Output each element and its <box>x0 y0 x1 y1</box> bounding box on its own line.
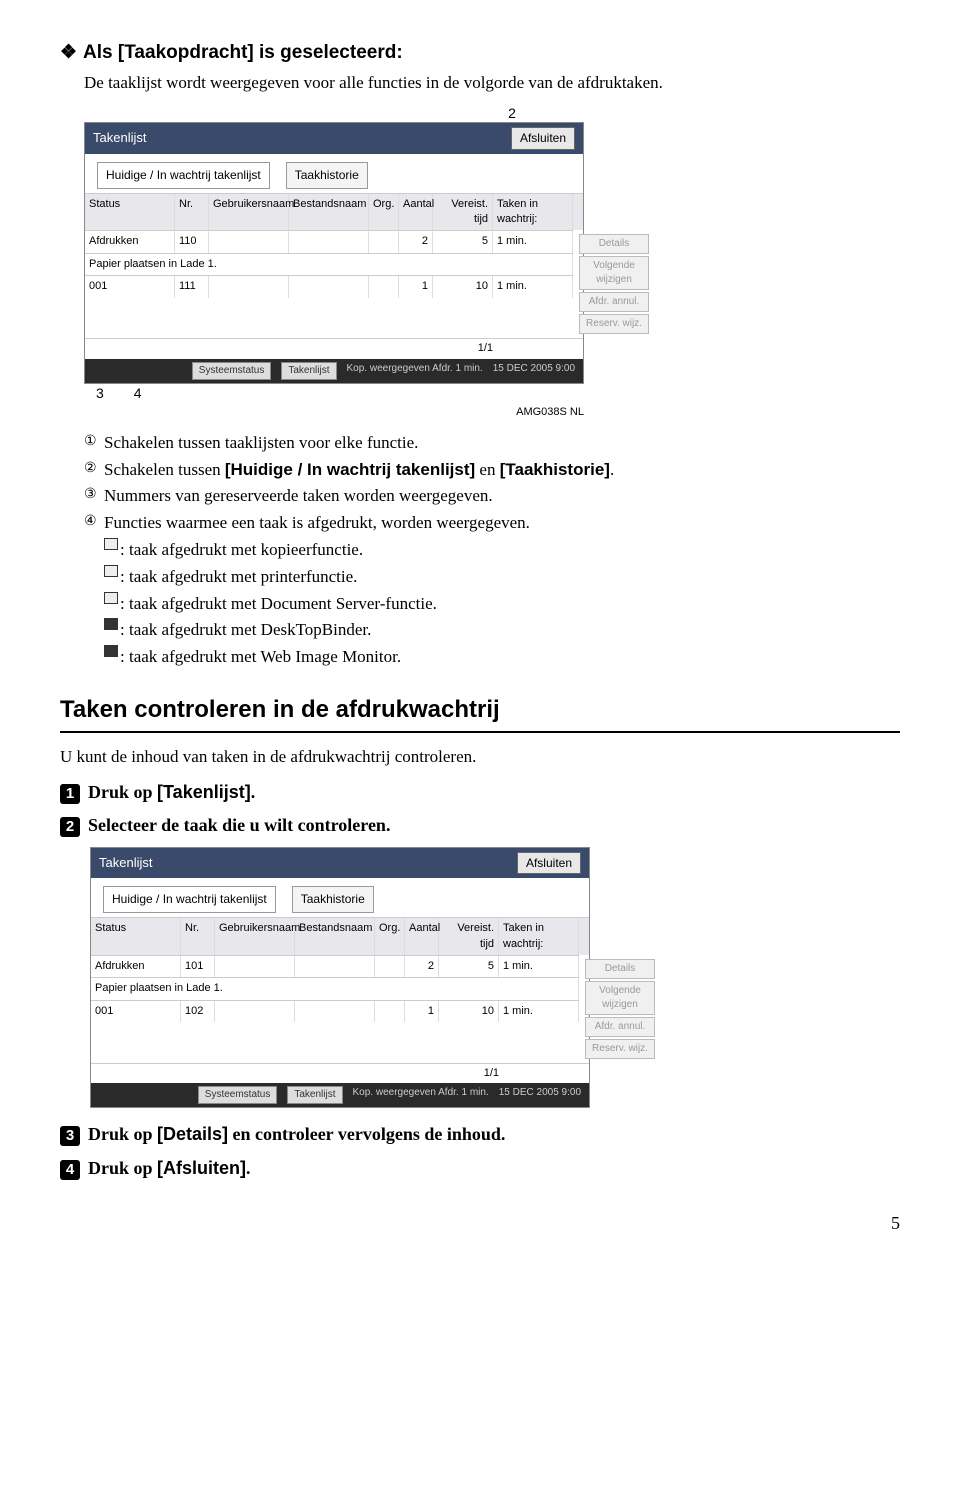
col-count: Aantal <box>399 194 433 231</box>
col-nr: Nr. <box>175 194 209 231</box>
figure-1: 2 Takenlijst Afsluiten Huidige / In wach… <box>84 104 900 420</box>
legend-4: Functies waarmee een taak is afgedrukt, … <box>104 511 530 535</box>
change-reserve-button[interactable]: Reserv. wijz. <box>585 1039 655 1059</box>
circle-3-icon: ③ <box>84 484 104 508</box>
legend-3: Nummers van gereserveerde taken worden w… <box>104 484 493 508</box>
statusbar: Systeemstatus Takenlijst Kop. weergegeve… <box>91 1083 589 1107</box>
status-date: 15 DEC 2005 9:00 <box>499 1086 581 1104</box>
title-suffix: is geselecteerd: <box>254 42 403 63</box>
change-next-button[interactable]: Volgende wijzigen <box>579 256 649 290</box>
diamond-icon: ❖ <box>60 42 77 63</box>
table-row[interactable]: Afdrukken 110 2 5 1 min. <box>85 230 573 252</box>
details-button[interactable]: Details <box>579 234 649 254</box>
table-body: Afdrukken 110 2 5 1 min. Papier plaatsen… <box>85 230 573 338</box>
title-prefix: Als <box>83 42 118 63</box>
system-status-button[interactable]: Systeemstatus <box>192 362 272 380</box>
table-row[interactable]: Papier plaatsen in Lade 1. <box>91 977 579 999</box>
col-org: Org. <box>369 194 399 231</box>
window-titlebar: Takenlijst Afsluiten <box>85 123 583 154</box>
step-badge: 2 <box>60 817 80 837</box>
step-2: 2 Selecteer de taak die u wilt controler… <box>60 813 900 838</box>
legend-list: ① Schakelen tussen taaklijsten voor elke… <box>84 431 900 669</box>
icon-legend-wim: : taak afgedrukt met Web Image Monitor. <box>120 645 401 669</box>
tab-history[interactable]: Taakhistorie <box>286 162 368 189</box>
legend-2: Schakelen tussen [Huidige / In wachtrij … <box>104 458 614 482</box>
tab-history[interactable]: Taakhistorie <box>292 886 374 913</box>
table-row[interactable]: 001 102 1 10 1 min. <box>91 1000 579 1022</box>
statusbar: Systeemstatus Takenlijst Kop. weergegeve… <box>85 359 583 383</box>
circle-2-icon: ② <box>84 458 104 482</box>
tabs-row: Huidige / In wachtrij takenlijst Taakhis… <box>91 878 589 917</box>
icon-legend-dtb: : taak afgedrukt met DeskTopBinder. <box>120 618 371 642</box>
section-heading: ❖ Als [Taakopdracht] is geselecteerd: <box>60 40 900 67</box>
step-3: 3 Druk op [Details] en controleer vervol… <box>60 1122 900 1147</box>
icon-legend-copy: : taak afgedrukt met kopieerfunctie. <box>120 538 363 562</box>
docserver-icon <box>104 592 118 604</box>
tabs-row: Huidige / In wachtrij takenlijst Taakhis… <box>85 154 583 193</box>
window-titlebar: Takenlijst Afsluiten <box>91 848 589 879</box>
close-button[interactable]: Afsluiten <box>517 852 581 875</box>
table-row[interactable]: 001 111 1 10 1 min. <box>85 275 573 297</box>
figure-label: AMG038S NL <box>84 405 584 420</box>
step-2-text: Selecteer de taak die u wilt controleren… <box>88 813 390 838</box>
table-row[interactable]: Papier plaatsen in Lade 1. <box>85 253 573 275</box>
pager: 1/1 <box>85 338 583 358</box>
subsection-desc: U kunt de inhoud van taken in de afdrukw… <box>60 745 900 769</box>
joblist-button[interactable]: Takenlijst <box>287 1086 342 1104</box>
circle-4-icon: ④ <box>84 511 104 535</box>
status-date: 15 DEC 2005 9:00 <box>493 362 575 380</box>
step-badge: 4 <box>60 1160 80 1180</box>
step-badge: 1 <box>60 784 80 804</box>
step-1: 1 Druk op [Takenlijst]. <box>60 780 900 805</box>
table-header: Status Nr. Gebruikersnaam Bestandsnaam O… <box>85 193 583 231</box>
desktopbinder-icon <box>104 618 118 630</box>
col-filename: Bestandsnaam <box>289 194 369 231</box>
title-bold: [Taakopdracht] <box>118 42 254 63</box>
subsection-heading: Taken controleren in de afdrukwachtrij <box>60 693 900 733</box>
step-badge: 3 <box>60 1126 80 1146</box>
col-queue: Taken in wachtrij: <box>493 194 573 231</box>
pager: 1/1 <box>91 1063 589 1083</box>
change-next-button[interactable]: Volgende wijzigen <box>585 981 655 1015</box>
tab-current-queue[interactable]: Huidige / In wachtrij takenlijst <box>97 162 270 189</box>
system-status-button[interactable]: Systeemstatus <box>198 1086 278 1104</box>
webimagemonitor-icon <box>104 645 118 657</box>
details-button[interactable]: Details <box>585 959 655 979</box>
screenshot-1: Takenlijst Afsluiten Huidige / In wachtr… <box>84 122 584 384</box>
status-info: Kop. weergegeven Afdr. 1 min. <box>347 362 483 380</box>
step-4: 4 Druk op [Afsluiten]. <box>60 1156 900 1181</box>
cancel-print-button[interactable]: Afdr. annul. <box>579 292 649 312</box>
joblist-button[interactable]: Takenlijst <box>281 362 336 380</box>
figure-2: Takenlijst Afsluiten Huidige / In wachtr… <box>90 847 900 1109</box>
status-info: Kop. weergegeven Afdr. 1 min. <box>353 1086 489 1104</box>
legend-1: Schakelen tussen taaklijsten voor elke f… <box>104 431 418 455</box>
copy-icon <box>104 538 118 550</box>
table-header: Status Nr. Gebruikersnaam Bestandsnaam O… <box>91 917 589 955</box>
close-button[interactable]: Afsluiten <box>511 127 575 150</box>
col-user: Gebruikersnaam <box>209 194 289 231</box>
icon-legend-docserver: : taak afgedrukt met Document Server-fun… <box>120 592 437 616</box>
side-buttons: Details Volgende wijzigen Afdr. annul. R… <box>573 230 655 338</box>
cancel-print-button[interactable]: Afdr. annul. <box>585 1017 655 1037</box>
icon-legend-printer: : taak afgedrukt met printerfunctie. <box>120 565 357 589</box>
col-status: Status <box>85 194 175 231</box>
circle-1-icon: ① <box>84 431 104 455</box>
screenshot-2: Takenlijst Afsluiten Huidige / In wachtr… <box>90 847 590 1109</box>
callout-3: 3 <box>96 384 104 404</box>
window-title: Takenlijst <box>99 854 152 872</box>
col-time: Vereist. tijd <box>433 194 493 231</box>
tab-current-queue[interactable]: Huidige / In wachtrij takenlijst <box>103 886 276 913</box>
page-number: 5 <box>60 1211 900 1236</box>
table-row[interactable]: Afdrukken 101 2 5 1 min. <box>91 955 579 977</box>
section-description: De taaklijst wordt weergegeven voor alle… <box>84 71 900 95</box>
printer-icon <box>104 565 118 577</box>
change-reserve-button[interactable]: Reserv. wijz. <box>579 314 649 334</box>
callout-4: 4 <box>134 384 142 404</box>
window-title: Takenlijst <box>93 129 146 147</box>
